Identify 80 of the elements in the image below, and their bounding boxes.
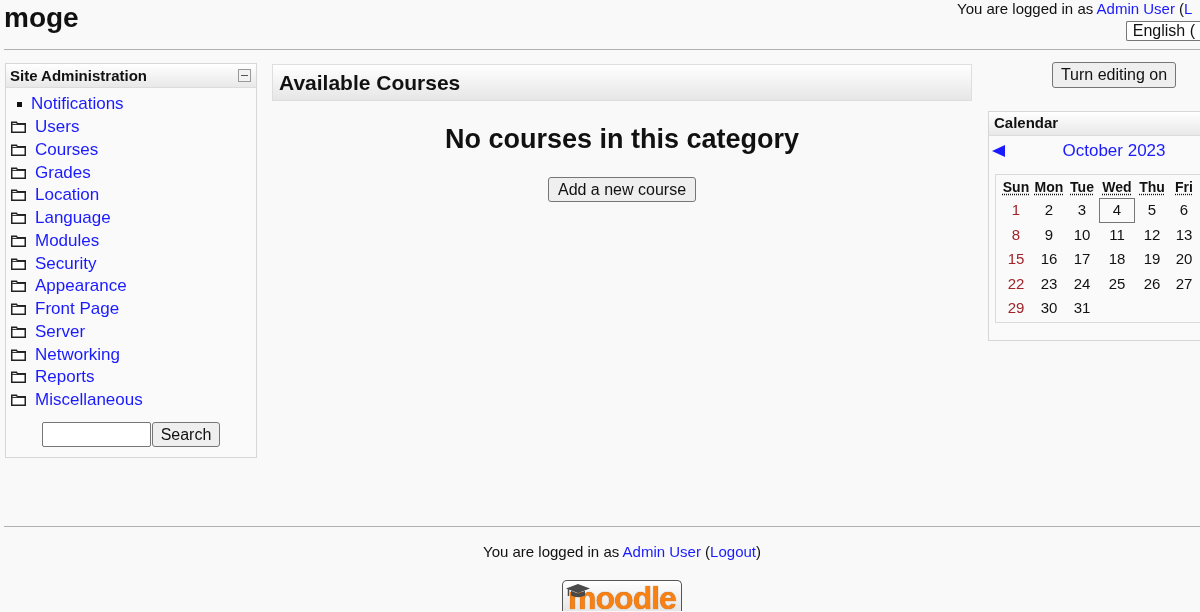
calendar-day: 30 [1033, 296, 1065, 321]
calendar-day: 17 [1065, 247, 1099, 272]
admin-menu-link[interactable]: Users [35, 117, 80, 138]
section-heading: Available Courses [272, 64, 972, 101]
search-button[interactable]: Search [151, 422, 221, 447]
calendar-day: 16 [1033, 247, 1065, 272]
left-arrow-icon[interactable] [992, 145, 1005, 157]
month-link[interactable]: October 2023 [1062, 141, 1166, 161]
weekday-header: Sun [1001, 178, 1031, 197]
admin-menu-link[interactable]: Location [35, 185, 100, 206]
folder-icon [11, 166, 26, 179]
weekday-header: Thu [1138, 178, 1166, 197]
calendar-day: 31 [1065, 296, 1099, 321]
site-title: moge [4, 2, 79, 34]
admin-menu-link[interactable]: Networking [35, 344, 121, 365]
footer-login-info: You are logged in as Admin User (Logout) [483, 543, 761, 561]
add-course-button[interactable]: Add a new course [547, 177, 697, 202]
calendar-day: 13 [1169, 222, 1199, 247]
folder-icon [11, 280, 26, 293]
user-link[interactable]: Admin User [1096, 0, 1175, 17]
collapse-icon[interactable] [238, 69, 251, 82]
calendar-day: 2 [1033, 198, 1065, 223]
folder-icon [11, 303, 26, 316]
logout-link[interactable]: L [1184, 0, 1193, 17]
weekday-header: Wed [1101, 178, 1133, 197]
calendar-day: 18 [1099, 247, 1135, 272]
calendar-day: 24 [1065, 271, 1099, 296]
calendar-header: Calendar [989, 112, 1200, 136]
calendar-day: 3 [1065, 198, 1099, 223]
calendar-day: 15 [999, 247, 1033, 272]
admin-menu-link[interactable]: Appearance [35, 276, 127, 297]
calendar-day: 20 [1169, 247, 1199, 272]
logout-link[interactable]: Logout [710, 543, 756, 560]
block-title: Site Administration [10, 66, 147, 85]
calendar-day: 27 [1169, 271, 1199, 296]
folder-icon [11, 121, 26, 134]
admin-menu-link[interactable]: Notifications [31, 94, 124, 115]
empty-message: No courses in this category [444, 123, 800, 155]
folder-icon [11, 371, 26, 384]
calendar-day: 26 [1135, 271, 1169, 296]
calendar-day: 29 [999, 296, 1033, 321]
folder-icon [11, 212, 26, 225]
calendar-day: 25 [1099, 271, 1135, 296]
calendar-day: 1 [999, 198, 1033, 223]
calendar-day: 9 [1033, 222, 1065, 247]
user-link[interactable]: Admin User [622, 543, 701, 560]
admin-menu-link[interactable]: Front Page [35, 299, 120, 320]
admin-menu-link[interactable]: Miscellaneous [35, 390, 143, 411]
calendar-day: 11 [1099, 222, 1135, 247]
calendar-day: 4 [1099, 198, 1135, 223]
calendar-day: 10 [1065, 222, 1099, 247]
calendar-day: 5 [1135, 198, 1169, 223]
folder-icon [11, 394, 26, 407]
folder-icon [11, 189, 26, 202]
admin-menu-link[interactable]: Courses [35, 139, 99, 160]
admin-menu-link[interactable]: Grades [35, 162, 91, 183]
folder-icon [11, 143, 26, 156]
calendar-day: 8 [999, 222, 1033, 247]
language-select[interactable]: English ( [1125, 21, 1200, 41]
admin-menu-link[interactable]: Language [35, 208, 111, 229]
admin-menu-link[interactable]: Reports [35, 367, 95, 388]
editing-button[interactable]: Turn editing on [1051, 62, 1177, 88]
folder-icon [11, 348, 26, 361]
search-input[interactable] [41, 422, 151, 447]
square-bullet-icon [17, 101, 22, 107]
folder-icon [11, 325, 26, 338]
weekday-header: Tue [1069, 178, 1095, 197]
admin-menu-link[interactable]: Security [35, 253, 97, 274]
calendar-day: 12 [1135, 222, 1169, 247]
folder-icon [11, 257, 26, 270]
calendar-day: 6 [1169, 198, 1199, 223]
login-info: You are logged in as Admin User (L [957, 0, 1194, 18]
calendar-day: 22 [999, 271, 1033, 296]
weekday-header: Fri [1174, 178, 1194, 197]
admin-menu-link[interactable]: Server [35, 321, 86, 342]
admin-menu-link[interactable]: Modules [35, 230, 100, 251]
calendar-day: 23 [1033, 271, 1065, 296]
weekday-header: Mon [1033, 178, 1065, 197]
calendar-day: 19 [1135, 247, 1169, 272]
folder-icon [11, 234, 26, 247]
